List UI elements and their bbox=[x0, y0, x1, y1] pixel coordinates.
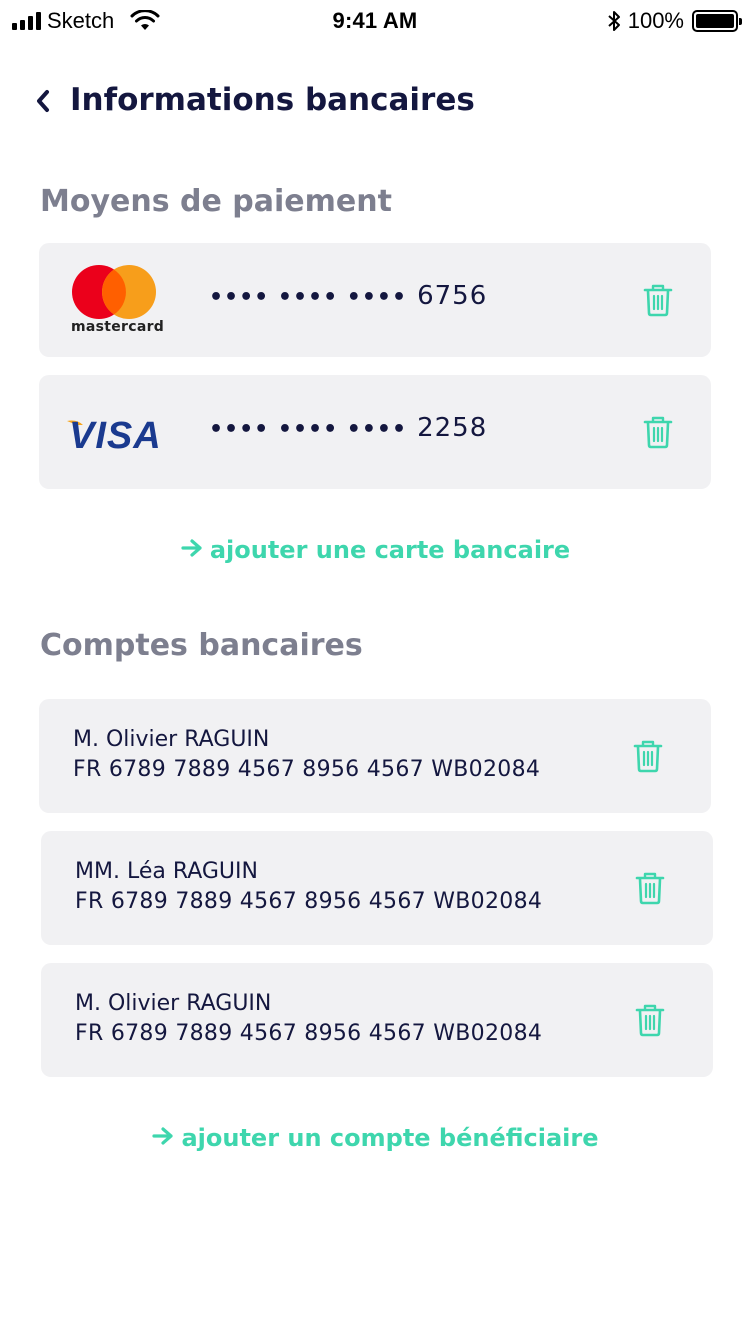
account-iban: FR 6789 7889 4567 8956 4567 WB02084 bbox=[75, 1021, 543, 1046]
card-number: •••• •••• •••• 2258 bbox=[209, 413, 487, 443]
trash-icon[interactable] bbox=[635, 871, 665, 905]
account-holder: M. Olivier RAGUIN bbox=[73, 727, 270, 752]
chevron-left-icon bbox=[37, 90, 49, 112]
mastercard-wordmark: mastercard bbox=[71, 319, 165, 335]
arrow-right-icon bbox=[180, 536, 204, 564]
add-account-link[interactable]: ajouter un compte bénéficiaire bbox=[0, 1124, 750, 1152]
page-title: Informations bancaires bbox=[70, 82, 475, 118]
header: Informations bancaires bbox=[0, 72, 750, 132]
status-bar: Sketch 9:41 AM 100% bbox=[0, 0, 750, 40]
payment-card-visa: VISA •••• •••• •••• 2258 bbox=[39, 375, 711, 489]
visa-logo: VISA bbox=[67, 415, 162, 453]
trash-icon[interactable] bbox=[643, 415, 673, 449]
trash-icon[interactable] bbox=[633, 739, 663, 773]
card-last4: 2258 bbox=[417, 413, 488, 443]
account-iban: FR 6789 7889 4567 8956 4567 WB02084 bbox=[75, 889, 543, 914]
bank-account-item: M. Olivier RAGUIN FR 6789 7889 4567 8956… bbox=[41, 963, 713, 1077]
account-iban: FR 6789 7889 4567 8956 4567 WB02084 bbox=[73, 757, 541, 782]
status-bar-right: 100% bbox=[606, 8, 742, 34]
arrow-right-icon bbox=[151, 1124, 175, 1152]
add-card-link[interactable]: ajouter une carte bancaire bbox=[0, 536, 750, 564]
bank-account-item: MM. Léa RAGUIN FR 6789 7889 4567 8956 45… bbox=[41, 831, 713, 945]
trash-icon[interactable] bbox=[643, 283, 673, 317]
add-account-label: ajouter un compte bénéficiaire bbox=[181, 1124, 599, 1152]
payment-card-mastercard: mastercard •••• •••• •••• 6756 bbox=[39, 243, 711, 357]
bank-account-item: M. Olivier RAGUIN FR 6789 7889 4567 8956… bbox=[39, 699, 711, 813]
visa-wordmark: VISA bbox=[69, 415, 162, 453]
payment-section-title: Moyens de paiement bbox=[40, 184, 392, 219]
bluetooth-icon bbox=[608, 11, 620, 31]
trash-icon[interactable] bbox=[635, 1003, 665, 1037]
card-last4: 6756 bbox=[417, 281, 488, 311]
card-number-mask: •••• •••• •••• bbox=[209, 417, 408, 442]
account-holder: MM. Léa RAGUIN bbox=[75, 859, 258, 884]
battery-percent: 100% bbox=[627, 8, 684, 33]
card-number: •••• •••• •••• 6756 bbox=[209, 281, 487, 311]
accounts-section-title: Comptes bancaires bbox=[40, 628, 363, 663]
add-card-label: ajouter une carte bancaire bbox=[209, 536, 571, 564]
card-number-mask: •••• •••• •••• bbox=[209, 285, 408, 310]
battery-icon bbox=[692, 10, 742, 32]
account-holder: M. Olivier RAGUIN bbox=[75, 991, 272, 1016]
back-button[interactable] bbox=[28, 84, 58, 118]
